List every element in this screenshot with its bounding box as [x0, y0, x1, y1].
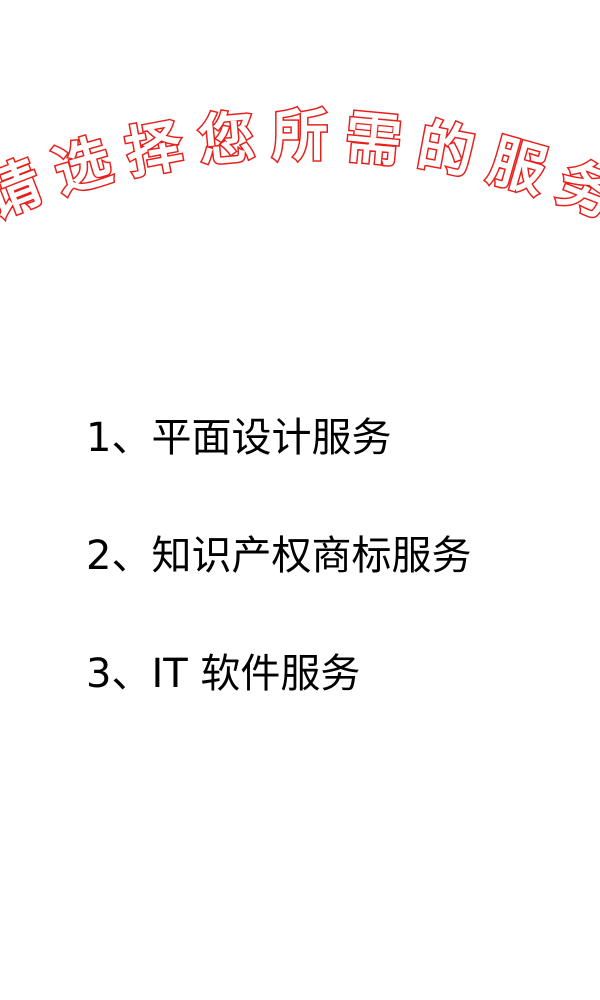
title-char: 服 [481, 128, 553, 206]
title-char: 您 [196, 105, 258, 175]
page-title: 请选择您所需的服务 [0, 0, 600, 260]
title-char: 择 [121, 113, 189, 187]
title-char: 需 [342, 105, 404, 175]
arched-title-svg: 请选择您所需的服务 [0, 103, 600, 233]
service-menu: 1、平面设计服务 2、知识产权商标服务 3、IT 软件服务 [86, 410, 586, 702]
menu-item-trademark[interactable]: 2、知识产权商标服务 [86, 528, 586, 584]
menu-item-graphic-design[interactable]: 1、平面设计服务 [86, 410, 586, 466]
title-char: 务 [549, 150, 600, 231]
menu-item-it-software[interactable]: 3、IT 软件服务 [86, 646, 586, 702]
title-char: 请 [0, 150, 51, 231]
title-char: 的 [412, 113, 479, 187]
title-char: 所 [272, 104, 328, 169]
title-char: 选 [47, 128, 119, 206]
